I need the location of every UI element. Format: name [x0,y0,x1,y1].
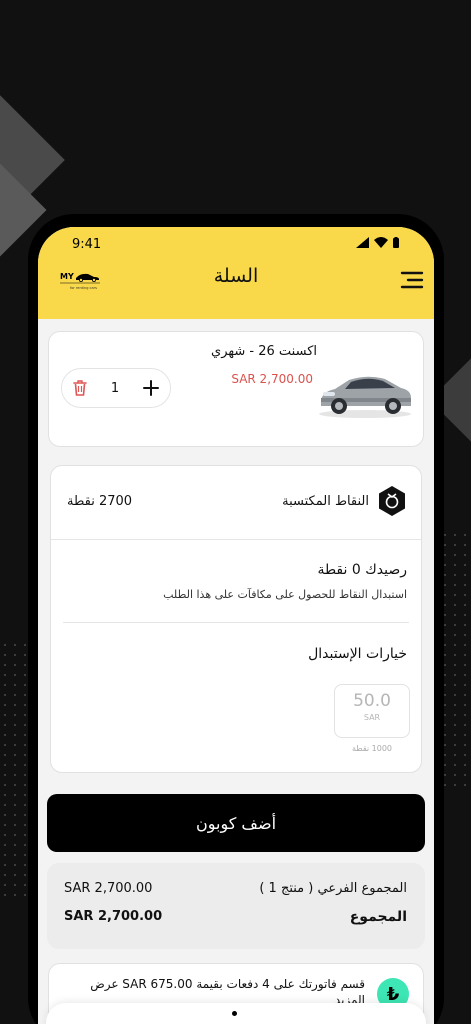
total-value: SAR 2,700.00 [64,909,163,924]
subtotal-value: SAR 2,700.00 [64,881,153,896]
redeem-option[interactable]: 50.0 SAR [334,684,410,738]
points-balance: رصيدك 0 نقطة [317,562,407,578]
cart-item-card: اكسنت 26 - شهري SAR 2,700.00 1 [48,331,424,447]
sheet-handle [232,1011,237,1016]
status-icons [356,237,400,248]
subtotal-label: المجموع الفرعي ( منتج 1 ) [259,881,407,896]
car-image [319,376,411,418]
earned-points-value: 2700 نقطة [67,494,133,509]
medal-icon [379,486,405,516]
redeem-option-amount: 50.0 [353,691,391,711]
cart-item-title: اكسنت 26 - شهري [211,344,317,359]
phone-frame: 9:41 MY for renting cars السلة اكسنت 26 … [28,214,444,1024]
status-time: 9:41 [72,237,102,252]
totals-card: المجموع الفرعي ( منتج 1 ) SAR 2,700.00 ا… [47,863,425,949]
quantity-stepper: 1 [61,368,171,408]
page-title: السلة [213,265,259,287]
points-balance-hint: استبدال النقاط للحصول على مكافآت على هذا… [163,588,407,601]
earned-points-label: النقاط المكتسبة [282,494,369,509]
battery-icon [393,237,399,248]
cart-item-price: SAR 2,700.00 [231,372,313,386]
signal-icon [356,237,369,248]
quantity-value: 1 [110,380,120,396]
earned-points-row: النقاط المكتسبة 2700 نقطة [51,466,421,540]
redeem-options-title: خيارات الإستبدال [308,646,407,662]
redeem-option-currency: SAR [363,713,381,722]
points-card: النقاط المكتسبة 2700 نقطة رصيدك 0 نقطة ا… [50,465,422,773]
redeem-option-points: 1000 نقطة [351,744,393,753]
app-screen: 9:41 MY for renting cars السلة اكسنت 26 … [38,227,434,1024]
total-label: المجموع [349,909,407,925]
bottom-sheet[interactable] [46,1003,426,1024]
trash-icon[interactable] [72,379,88,397]
add-coupon-button[interactable]: أضف كوبون [47,794,425,852]
wifi-icon [374,237,388,248]
plus-icon[interactable] [142,379,160,397]
menu-icon[interactable] [398,269,424,291]
header: 9:41 MY for renting cars السلة [38,227,434,319]
divider [63,622,409,623]
